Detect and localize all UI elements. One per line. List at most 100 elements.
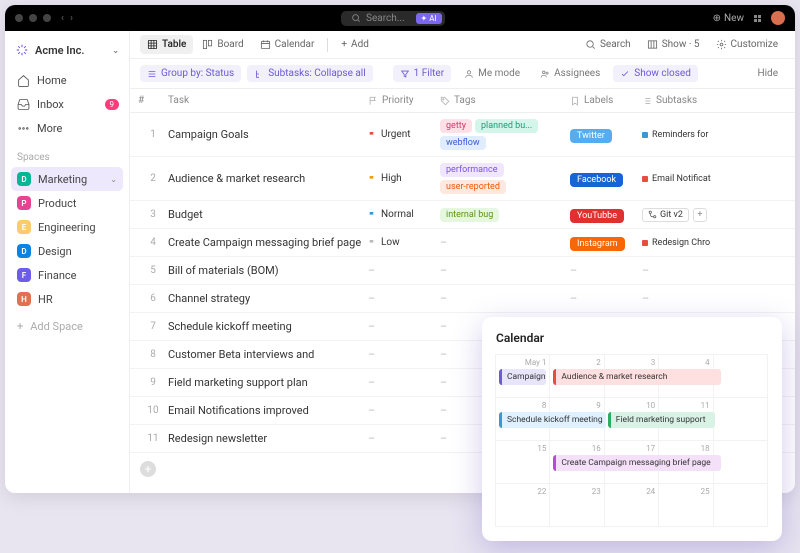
calendar-event[interactable]: Campaign Goals <box>499 369 546 385</box>
col-tags[interactable]: Tags <box>440 95 570 106</box>
add-view-button[interactable]: +Add <box>334 35 376 54</box>
tab-board[interactable]: Board <box>195 35 250 54</box>
task-name[interactable]: Create Campaign messaging brief page <box>168 236 368 249</box>
new-button[interactable]: ⊕New <box>713 13 744 24</box>
assignees-chip[interactable]: Assignees <box>533 65 607 82</box>
nav-more[interactable]: More <box>11 117 123 140</box>
subtask-cell[interactable]: Email Notificat <box>642 174 752 184</box>
global-search[interactable]: Search... ✦AI <box>341 11 445 26</box>
nav-home[interactable]: Home <box>11 69 123 92</box>
task-name[interactable]: Email Notifications improved <box>168 404 368 417</box>
task-name[interactable]: Field marketing support plan <box>168 376 368 389</box>
task-name[interactable]: Channel strategy <box>168 292 368 305</box>
subtask-cell[interactable]: Git v2 + <box>642 208 752 222</box>
priority-cell[interactable]: Urgent <box>368 129 440 140</box>
calendar-event[interactable]: Schedule kickoff meeting <box>499 412 606 428</box>
task-name[interactable]: Budget <box>168 208 368 221</box>
task-name[interactable]: Bill of materials (BOM) <box>168 264 368 277</box>
subtask-cell[interactable]: Redesign Chro <box>642 238 752 248</box>
sidebar-space-design[interactable]: DDesign <box>11 239 123 263</box>
workspace-switcher[interactable]: Acme Inc. ⌄ <box>11 39 123 61</box>
label-pill[interactable]: Facebook <box>570 173 623 187</box>
label-pill[interactable]: YouTubbe <box>570 209 624 223</box>
ai-badge[interactable]: ✦AI <box>416 13 442 24</box>
calendar-event[interactable]: Field marketing support <box>608 412 715 428</box>
tab-table[interactable]: Table <box>140 35 193 54</box>
tags-cell[interactable]: internal bug <box>440 208 570 222</box>
calendar-event[interactable]: Create Campaign messaging brief page <box>553 455 720 471</box>
col-priority[interactable]: Priority <box>368 95 440 106</box>
calendar-cell[interactable]: 15 <box>495 440 550 484</box>
calendar-cell[interactable]: 25 <box>658 483 713 527</box>
show-closed-chip[interactable]: Show closed <box>613 65 698 82</box>
task-name[interactable]: Customer Beta interviews and <box>168 348 368 361</box>
calendar-cell[interactable] <box>713 483 768 527</box>
git-badge[interactable]: Git v2 <box>642 208 689 222</box>
forward-icon[interactable]: › <box>70 13 73 24</box>
calendar-cell[interactable]: 23 <box>549 483 604 527</box>
search-button[interactable]: Search <box>578 35 638 54</box>
sidebar-space-engineering[interactable]: EEngineering <box>11 215 123 239</box>
task-name[interactable]: Redesign newsletter <box>168 432 368 445</box>
calendar-cell[interactable]: 2Audience & market research <box>549 354 604 398</box>
hide-button[interactable]: Hide <box>750 65 785 82</box>
tag[interactable]: internal bug <box>440 208 499 222</box>
priority-cell[interactable]: Low <box>368 237 440 248</box>
task-name[interactable]: Campaign Goals <box>168 128 368 141</box>
customize-button[interactable]: Customize <box>709 35 785 54</box>
col-labels[interactable]: Labels <box>570 95 642 106</box>
sidebar-space-hr[interactable]: HHR <box>11 287 123 311</box>
calendar-cell[interactable] <box>713 397 768 441</box>
tag[interactable]: planned bu... <box>475 119 538 133</box>
me-mode-chip[interactable]: Me mode <box>457 65 527 82</box>
show-button[interactable]: Show · 5 <box>640 35 707 54</box>
sidebar-space-product[interactable]: PProduct <box>11 191 123 215</box>
user-avatar[interactable] <box>771 11 785 25</box>
add-space-button[interactable]: + Add Space <box>11 315 123 338</box>
table-row[interactable]: 2Audience & market researchHighperforman… <box>130 157 795 201</box>
table-row[interactable]: 3BudgetNormalinternal bugYouTubbeGit v2+ <box>130 201 795 229</box>
col-subtasks[interactable]: Subtasks <box>642 95 752 106</box>
table-row[interactable]: 5Bill of materials (BOM)–––– <box>130 257 795 285</box>
nav-inbox[interactable]: Inbox 9 <box>11 93 123 116</box>
plus-icon[interactable]: + <box>693 208 707 222</box>
sidebar-space-finance[interactable]: FFinance <box>11 263 123 287</box>
calendar-cell[interactable]: 22 <box>495 483 550 527</box>
calendar-cell[interactable]: 8Schedule kickoff meeting <box>495 397 550 441</box>
calendar-cell[interactable]: 16Create Campaign messaging brief page <box>549 440 604 484</box>
traffic-light-max[interactable] <box>43 14 51 22</box>
sidebar-space-marketing[interactable]: DMarketing⌄ <box>11 167 123 191</box>
col-task[interactable]: Task <box>168 95 368 106</box>
calendar-cell[interactable]: May 1Campaign Goals <box>495 354 550 398</box>
subtasks-chip[interactable]: Subtasks: Collapse all <box>247 65 372 82</box>
calendar-cell[interactable] <box>713 354 768 398</box>
label-pill[interactable]: Instagram <box>570 237 625 251</box>
tag[interactable]: webflow <box>440 136 486 150</box>
tags-cell[interactable]: gettyplanned bu... webflow <box>440 119 570 150</box>
traffic-light-close[interactable] <box>15 14 23 22</box>
label-pill[interactable]: Twitter <box>570 129 612 143</box>
group-by-chip[interactable]: Group by: Status <box>140 65 241 82</box>
add-task-button[interactable]: + <box>140 461 156 477</box>
calendar-event[interactable]: Audience & market research <box>553 369 720 385</box>
back-icon[interactable]: ‹ <box>61 13 64 24</box>
tag[interactable]: getty <box>440 119 472 133</box>
col-num[interactable]: # <box>138 95 168 106</box>
filter-chip[interactable]: 1 Filter <box>393 65 451 82</box>
traffic-light-min[interactable] <box>29 14 37 22</box>
priority-cell[interactable]: High <box>368 173 440 184</box>
tab-calendar[interactable]: Calendar <box>253 35 322 54</box>
apps-icon[interactable] <box>754 15 761 22</box>
priority-cell[interactable]: Normal <box>368 209 440 220</box>
tag[interactable]: performance <box>440 163 504 177</box>
table-row[interactable]: 4Create Campaign messaging brief pageLow… <box>130 229 795 257</box>
subtask-cell[interactable]: Reminders for <box>642 130 752 140</box>
calendar-cell[interactable]: 10Field marketing support <box>604 397 659 441</box>
table-row[interactable]: 6Channel strategy–––– <box>130 285 795 313</box>
task-name[interactable]: Audience & market research <box>168 172 368 185</box>
tag[interactable]: user-reported <box>440 180 506 194</box>
task-name[interactable]: Schedule kickoff meeting <box>168 320 368 333</box>
calendar-cell[interactable] <box>713 440 768 484</box>
table-row[interactable]: 1Campaign GoalsUrgentgettyplanned bu...w… <box>130 113 795 157</box>
calendar-cell[interactable]: 24 <box>604 483 659 527</box>
